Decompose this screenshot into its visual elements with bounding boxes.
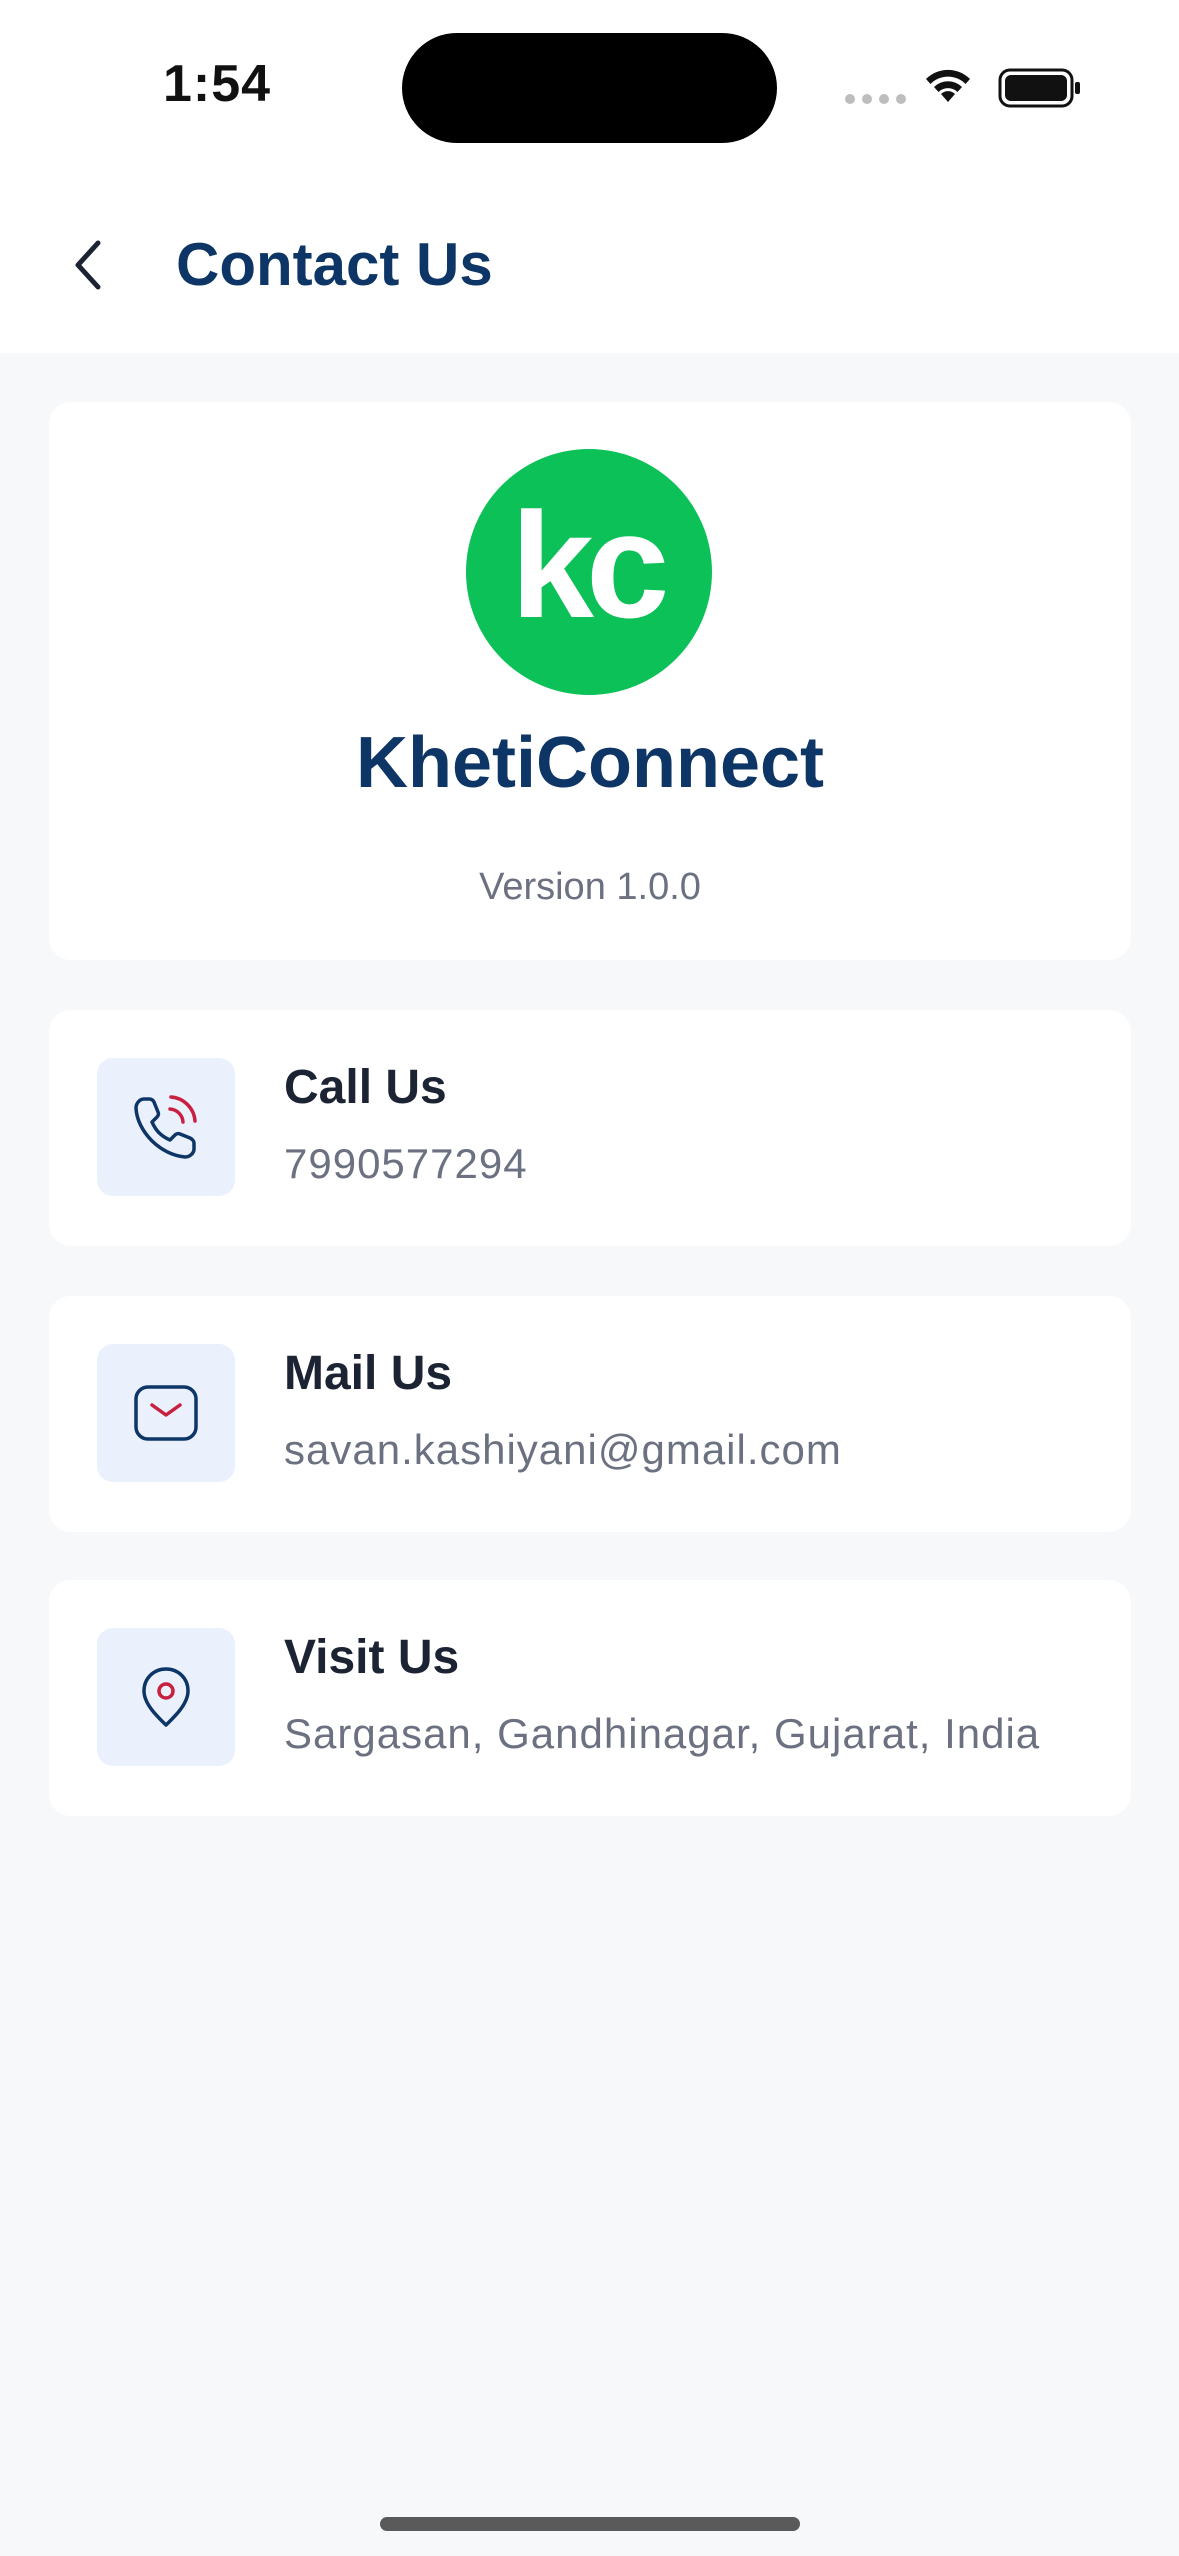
- home-indicator[interactable]: [380, 2517, 800, 2531]
- app-info-card: kc KhetiConnect Version 1.0.0: [49, 402, 1131, 960]
- app-header: Contact Us: [0, 175, 1179, 353]
- battery-icon: [998, 68, 1082, 113]
- phone-number[interactable]: 7990577294: [284, 1140, 528, 1188]
- location-pin-icon: [142, 1667, 190, 1727]
- logo-text: kc: [511, 481, 666, 649]
- location-icon-box: [97, 1628, 235, 1766]
- call-us-title: Call Us: [284, 1061, 447, 1114]
- cellular-signal-icon: [845, 94, 906, 104]
- back-button[interactable]: [52, 220, 124, 310]
- email-address[interactable]: savan.kashiyani@gmail.com: [284, 1426, 842, 1474]
- mail-icon: [134, 1385, 198, 1441]
- app-version: Version 1.0.0: [479, 866, 701, 908]
- status-time: 1:54: [163, 55, 272, 113]
- mail-us-title: Mail Us: [284, 1347, 453, 1400]
- page-title: Contact Us: [176, 231, 493, 298]
- mail-us-card[interactable]: Mail Us savan.kashiyani@gmail.com: [49, 1296, 1131, 1532]
- app-name: KhetiConnect: [356, 723, 824, 803]
- chevron-left-icon: [75, 240, 101, 290]
- wifi-icon: [922, 66, 974, 111]
- mail-icon-box: [97, 1344, 235, 1482]
- address[interactable]: Sargasan, Gandhinagar, Gujarat, India: [284, 1710, 1040, 1758]
- call-us-card[interactable]: Call Us 7990577294: [49, 1010, 1131, 1246]
- status-bar: 1:54: [0, 0, 1179, 175]
- visit-us-card[interactable]: Visit Us Sargasan, Gandhinagar, Gujarat,…: [49, 1580, 1131, 1816]
- call-icon-box: [97, 1058, 235, 1196]
- dynamic-island: [402, 33, 777, 143]
- phone-icon: [134, 1095, 197, 1159]
- visit-us-title: Visit Us: [284, 1631, 460, 1684]
- app-logo: kc: [466, 449, 712, 695]
